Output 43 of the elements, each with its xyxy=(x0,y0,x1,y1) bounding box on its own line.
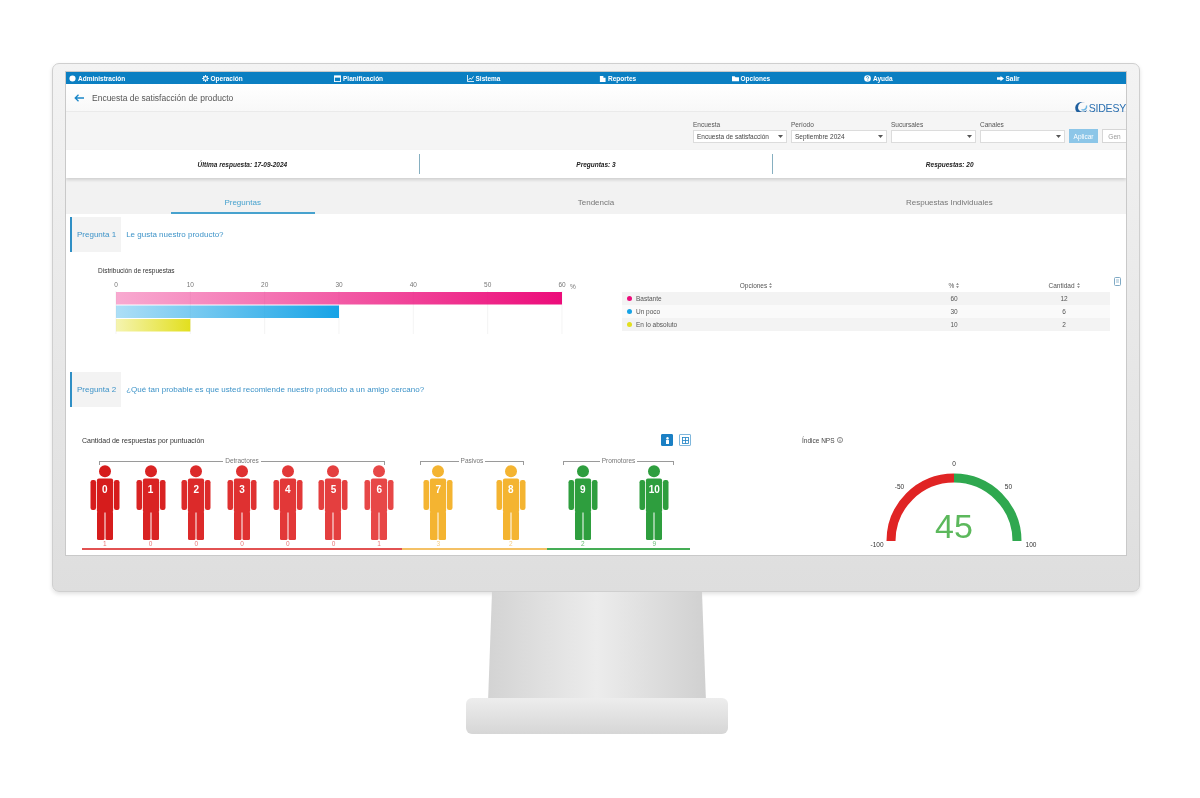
back-arrow-icon[interactable] xyxy=(74,93,84,102)
table-icon xyxy=(681,436,689,444)
score-number: 10 xyxy=(648,484,660,496)
gear-icon xyxy=(201,74,209,82)
score-number: 7 xyxy=(435,484,442,496)
question-number: Pregunta 2 xyxy=(70,372,122,407)
nps-value: 45 xyxy=(935,507,973,545)
score-number: 6 xyxy=(376,484,382,496)
tab[interactable]: Respuestas Individuales xyxy=(877,192,1022,214)
view-toggle-button[interactable] xyxy=(661,434,673,446)
score-number: 9 xyxy=(579,484,586,496)
page-title: Encuesta de satisfacción de producto xyxy=(92,92,234,103)
score-number: 8 xyxy=(507,484,514,496)
circle-icon xyxy=(69,74,76,82)
building-icon xyxy=(599,74,606,82)
score-number: 0 xyxy=(102,484,108,496)
exit-icon xyxy=(996,74,1004,82)
sort-icon[interactable] xyxy=(769,283,773,288)
question-number: Pregunta 1 xyxy=(70,217,122,252)
question-text: ¿Qué tan probable es que usted recomiende nuestro producto a un amigo cercano? xyxy=(126,385,425,394)
calendar-icon xyxy=(334,74,341,82)
person-icon xyxy=(663,436,671,444)
logo-text: SIDESY xyxy=(1088,102,1126,114)
dropdown-field[interactable] xyxy=(891,130,976,143)
view-toggle-button[interactable] xyxy=(679,434,691,446)
score-number: 3 xyxy=(239,484,245,496)
score-number: 1 xyxy=(147,484,154,496)
caret-icon xyxy=(778,135,783,138)
info-icon[interactable] xyxy=(836,437,843,443)
caret-icon xyxy=(878,135,883,138)
score-number: 2 xyxy=(193,484,200,496)
caret-icon xyxy=(1056,135,1061,138)
score-number: 5 xyxy=(330,484,337,496)
sort-icon[interactable] xyxy=(956,283,960,288)
dropdown-field[interactable] xyxy=(980,130,1065,143)
caret-icon xyxy=(967,135,972,138)
folder-icon xyxy=(731,74,739,82)
score-number: 4 xyxy=(284,484,291,496)
line-chart-icon xyxy=(466,74,474,82)
question-text: Le gusta nuestro producto? xyxy=(126,230,224,239)
square-icon[interactable] xyxy=(1114,277,1121,286)
tab[interactable]: Tendencia xyxy=(524,192,668,214)
sort-icon[interactable] xyxy=(1076,283,1080,288)
